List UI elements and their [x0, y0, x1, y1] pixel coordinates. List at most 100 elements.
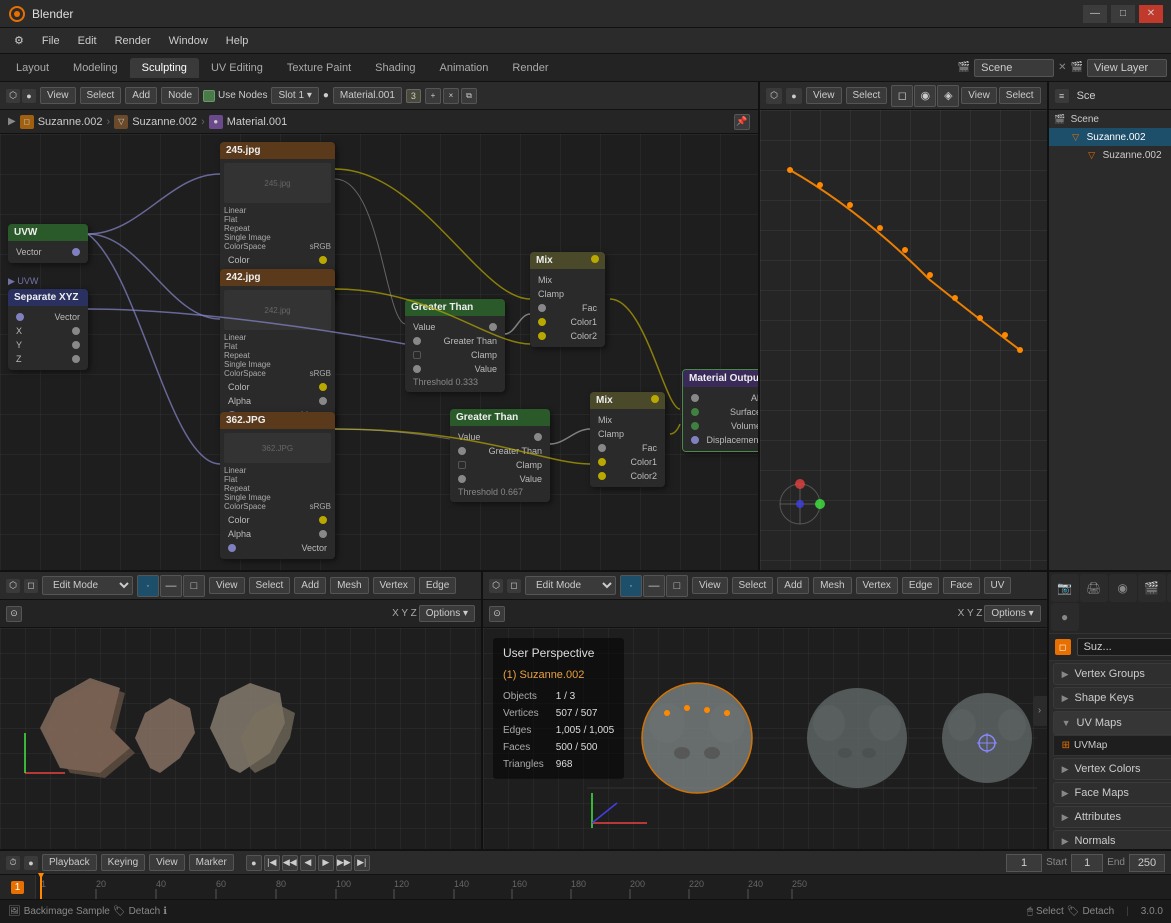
play-btn[interactable]: ▶ — [318, 855, 334, 871]
edit-left-mode-select[interactable]: Edit Mode Object Mode — [42, 576, 133, 595]
viewport-mode-select[interactable]: Select — [999, 87, 1041, 104]
node-greater-than-1[interactable]: Greater Than Value Greater Than — [405, 299, 505, 392]
add-material-btn[interactable]: + — [425, 88, 441, 104]
edit-left-add[interactable]: Add — [294, 577, 326, 594]
edit-right-type-btn[interactable]: ⬡ — [489, 579, 503, 593]
tab-modeling[interactable]: Modeling — [61, 58, 130, 78]
menu-render[interactable]: Render — [107, 33, 159, 49]
obj-name-field[interactable] — [1077, 638, 1171, 656]
tab-sculpting[interactable]: Sculpting — [130, 58, 199, 78]
props-tab-scene[interactable]: 🎬 — [1138, 574, 1166, 602]
node-mix-2[interactable]: Mix Mix Clamp Fac — [590, 392, 665, 487]
node-img-362[interactable]: 362.JPG 362.JPG Linear Flat Repeat Singl… — [220, 412, 335, 559]
render-mat-btn[interactable]: ◉ — [914, 85, 936, 107]
face-maps-header[interactable]: ▶ Face Maps — [1053, 782, 1171, 804]
close-button[interactable]: ✕ — [1139, 5, 1163, 23]
timeline-icon-btn[interactable]: ● — [24, 856, 38, 870]
node-sphere-btn[interactable]: ● — [323, 90, 329, 101]
timeline-type-btn[interactable]: ⏱ — [6, 856, 20, 870]
scene-input[interactable] — [974, 59, 1054, 77]
props-tab-render[interactable]: 📷 — [1051, 574, 1079, 602]
timeline-view-btn[interactable]: View — [149, 854, 185, 871]
breadcrumb-mat[interactable]: Material.001 — [227, 116, 288, 128]
attributes-header[interactable]: ▶ Attributes — [1053, 806, 1171, 828]
step-back-btn[interactable]: ◀ — [300, 855, 316, 871]
breadcrumb-obj2[interactable]: Suzanne.002 — [132, 116, 197, 128]
normals-header[interactable]: ▶ Normals — [1053, 830, 1171, 849]
frame-start-input[interactable] — [1071, 854, 1103, 872]
props-tab-material[interactable]: ● — [1051, 603, 1079, 631]
key-record-btn[interactable]: ● — [246, 855, 262, 871]
menu-file[interactable]: File — [34, 33, 68, 49]
edit-right-view[interactable]: View — [692, 577, 728, 594]
tab-animation[interactable]: Animation — [428, 58, 501, 78]
edit-right-vert-mode[interactable]: · — [620, 575, 642, 597]
options-right-btn[interactable]: Options ▾ — [984, 605, 1040, 622]
node-editor-type-btn[interactable]: ⬡ — [6, 89, 20, 103]
maximize-button[interactable]: □ — [1111, 5, 1135, 23]
use-nodes-check[interactable] — [203, 90, 215, 102]
edit-left-vertex[interactable]: Vertex — [373, 577, 415, 594]
shape-keys-header[interactable]: ▶ Shape Keys — [1053, 687, 1171, 709]
edit-left-mode-icon[interactable]: ◻ — [24, 579, 38, 593]
outliner-item-suzanne1[interactable]: ▽ Suzanne.002 👁 📷 — [1049, 128, 1171, 146]
viewport-view-btn[interactable]: View — [806, 87, 842, 104]
edit-right-face-mode[interactable]: □ — [666, 575, 688, 597]
edit-right-uv[interactable]: UV — [984, 577, 1012, 594]
outliner-type-btn[interactable]: ≡ — [1055, 89, 1069, 103]
viewport-mode-view[interactable]: View — [961, 87, 997, 104]
timeline-keying-btn[interactable]: Keying — [101, 854, 146, 871]
object-mode-btn[interactable]: ● — [22, 89, 36, 103]
viewlayer-input[interactable] — [1087, 59, 1167, 77]
slot-dropdown[interactable]: Slot 1 ▾ — [271, 87, 318, 104]
node-mix-1[interactable]: Mix Mix Clamp Fac — [530, 252, 605, 347]
edit-face-mode[interactable]: □ — [183, 575, 205, 597]
node-greater-than-2[interactable]: Greater Than Value Greater Than — [450, 409, 550, 502]
tab-render[interactable]: Render — [500, 58, 560, 78]
viewport-select-btn[interactable]: Select — [846, 87, 888, 104]
edit-right-face[interactable]: Face — [943, 577, 979, 594]
edit-left-type-btn[interactable]: ⬡ — [6, 579, 20, 593]
viewport-canvas[interactable] — [760, 110, 1047, 570]
edit-right-vertex[interactable]: Vertex — [856, 577, 898, 594]
uv-maps-header[interactable]: ▼ UV Maps + − — [1053, 711, 1171, 735]
edit-right-edge-mode[interactable]: — — [643, 575, 665, 597]
props-tab-view[interactable]: ◉ — [1109, 574, 1137, 602]
edit-right-select[interactable]: Select — [732, 577, 774, 594]
edit-right-add[interactable]: Add — [777, 577, 809, 594]
node-node-btn[interactable]: Node — [161, 87, 199, 104]
jump-end-btn[interactable]: ▶| — [354, 855, 370, 871]
edit-right-mode-select[interactable]: Edit Mode Object Mode — [525, 576, 616, 595]
tab-layout[interactable]: Layout — [4, 58, 61, 78]
tab-texture-paint[interactable]: Texture Paint — [275, 58, 363, 78]
remove-material-btn[interactable]: × — [443, 88, 459, 104]
frame-end-input[interactable] — [1129, 854, 1165, 872]
step-fwd-btn[interactable]: ▶▶ — [336, 855, 352, 871]
props-tab-world[interactable]: 🌐 — [1167, 574, 1171, 602]
timeline-marker-btn[interactable]: Marker — [189, 854, 234, 871]
minimize-button[interactable]: — — [1083, 5, 1107, 23]
render-solid-btn[interactable]: ◻ — [891, 85, 913, 107]
edit-left-select[interactable]: Select — [249, 577, 291, 594]
edit-right-mode-icon[interactable]: ◻ — [507, 579, 521, 593]
outliner-item-suzanne2[interactable]: ▽ Suzanne.002 👁 📷 — [1049, 146, 1171, 164]
menu-help[interactable]: Help — [218, 33, 257, 49]
menu-edit[interactable]: Edit — [70, 33, 105, 49]
prev-frame-btn[interactable]: ◀◀ — [282, 855, 298, 871]
vertex-colors-header[interactable]: ▶ Vertex Colors — [1053, 758, 1171, 780]
breadcrumb-obj1[interactable]: Suzanne.002 — [38, 116, 103, 128]
proportional-edit-right-btn[interactable]: ⊙ — [489, 606, 505, 622]
edit-canvas-right[interactable]: User Perspective (1) Suzanne.002 Objects… — [483, 628, 1047, 849]
jump-start-btn[interactable]: |◀ — [264, 855, 280, 871]
node-select-btn[interactable]: Select — [80, 87, 122, 104]
frame-current-input[interactable] — [1006, 854, 1042, 872]
material-dropdown[interactable]: Material.001 — [333, 87, 402, 104]
edit-left-view[interactable]: View — [209, 577, 245, 594]
tab-uv-editing[interactable]: UV Editing — [199, 58, 275, 78]
menu-blender[interactable]: ⚙ — [6, 32, 32, 49]
render-rendered-btn[interactable]: ◈ — [937, 85, 959, 107]
node-separate-xyz[interactable]: Separate XYZ Vector X — [8, 289, 88, 370]
node-canvas[interactable]: UVW Vector ▶ UVW — [0, 134, 758, 570]
edit-left-mesh[interactable]: Mesh — [330, 577, 368, 594]
node-add-btn[interactable]: Add — [125, 87, 157, 104]
